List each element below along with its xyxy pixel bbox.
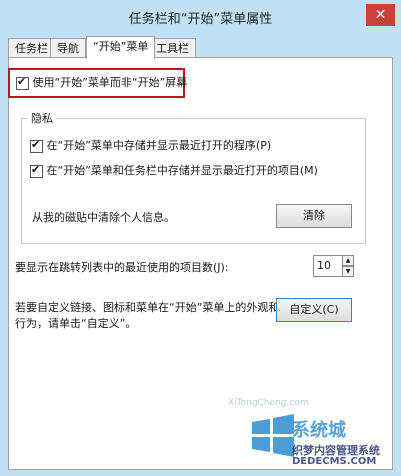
clear-info-text: 从我的磁贴中清除个人信息。 xyxy=(32,211,175,224)
privacy-group-title: 隐私 xyxy=(28,110,56,126)
jump-list-spinner: ▲ ▼ xyxy=(342,255,354,277)
watermark-line2: DEDECMS.COM xyxy=(292,456,377,467)
tab-toolbars[interactable]: 工具栏 xyxy=(149,38,196,58)
window-title: 任务栏和“开始”菜单属性 xyxy=(128,12,273,27)
start-menu-checkbox[interactable]: ✔ xyxy=(16,74,29,90)
close-icon: ✕ xyxy=(374,7,387,23)
tab-strip: 任务栏 导航 “开始”菜单 工具栏 xyxy=(8,36,393,59)
tab-navigation[interactable]: 导航 xyxy=(50,38,86,58)
check-icon: ✔ xyxy=(31,162,41,176)
customize-text-line2: 行为，请单击“自定义”。 xyxy=(15,317,137,330)
store-items-option[interactable]: ✔ 在“开始”菜单和任务栏中存储并显示最近打开的项目(M) xyxy=(30,162,318,178)
jump-list-label: 要显示在跳转列表中的最近使用的项目数(J): xyxy=(15,261,229,274)
watermark-logo-text: 系统城 xyxy=(292,420,346,441)
spin-down-icon[interactable]: ▼ xyxy=(342,266,354,277)
start-menu-option[interactable]: ✔ 使用“开始”菜单而非“开始”屏幕 xyxy=(16,74,187,90)
customize-button[interactable]: 自定义(C) xyxy=(276,298,352,322)
watermark-faint: XiTongCheng.com xyxy=(228,398,309,408)
start-menu-option-label: 使用“开始”菜单而非“开始”屏幕 xyxy=(32,76,188,89)
check-icon: ✔ xyxy=(17,74,27,88)
windows-logo-icon xyxy=(252,414,294,457)
spin-up-icon[interactable]: ▲ xyxy=(342,255,354,266)
clear-button[interactable]: 清除 xyxy=(276,204,352,228)
tab-start-menu[interactable]: “开始”菜单 xyxy=(86,36,156,59)
check-icon: ✔ xyxy=(31,137,41,151)
store-items-checkbox[interactable]: ✔ xyxy=(30,162,43,178)
jump-list-count-input[interactable]: 10 xyxy=(313,255,344,277)
store-programs-checkbox[interactable]: ✔ xyxy=(30,137,43,153)
store-items-label: 在“开始”菜单和任务栏中存储并显示最近打开的项目(M) xyxy=(46,164,318,177)
store-programs-option[interactable]: ✔ 在“开始”菜单中存储并显示最近打开的程序(P) xyxy=(30,137,271,153)
tab-taskbar[interactable]: 任务栏 xyxy=(8,38,55,58)
customize-text-line1: 若要自定义链接、图标和菜单在“开始”菜单上的外观和 xyxy=(15,301,280,314)
close-button[interactable]: ✕ xyxy=(366,4,395,26)
store-programs-label: 在“开始”菜单中存储并显示最近打开的程序(P) xyxy=(46,139,272,152)
